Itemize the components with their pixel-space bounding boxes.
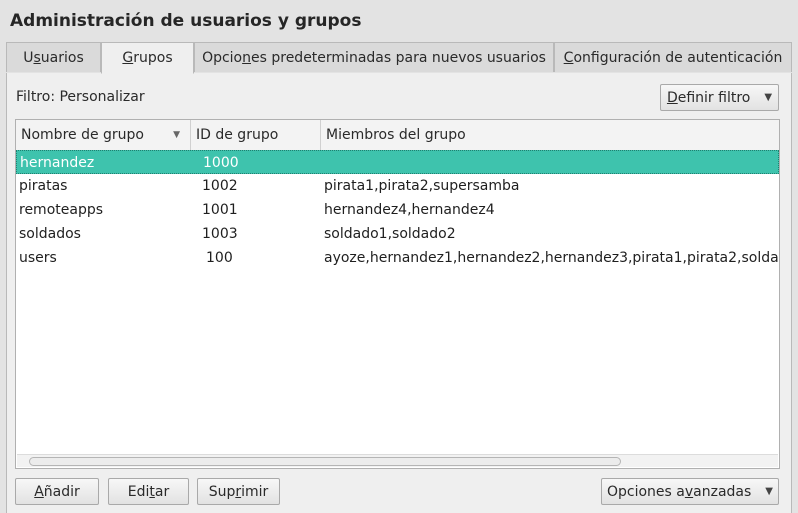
define-filter-button[interactable]: Definir filtro ▼ [660, 84, 779, 111]
table-row[interactable]: hernandez 1000 [16, 150, 779, 174]
tab-label: rupos [133, 50, 173, 66]
tab-label: U [23, 49, 34, 66]
button-mnemonic: v [684, 483, 694, 500]
table-row[interactable]: piratas 1002 pirata1,pirata2,supersamba [16, 174, 779, 198]
tab-label: uarios [40, 49, 84, 66]
cell-group-name: soldados [19, 226, 81, 242]
tab-bar: Us uarios Grupos Opcio n es predeterminadas… [6, 42, 792, 74]
column-header-group-id[interactable]: ID de grupo [191, 120, 321, 150]
tab-grupos[interactable]: Grupos [101, 42, 194, 74]
advanced-options-button[interactable]: Opciones a v anzadas ▼ [601, 478, 779, 505]
column-title: Miembros del grupo [326, 127, 466, 143]
tab-mnemonic: G [122, 50, 134, 66]
cell-group-id: 1001 [202, 202, 238, 218]
tab-label: Opcio [202, 49, 243, 66]
tab-mnemonic: C [563, 49, 574, 66]
column-title: Nombre de grupo [21, 127, 144, 143]
table-row[interactable]: remoteapps 1001 hernandez4,hernandez4 [16, 198, 779, 222]
cell-group-members: soldado1,soldado2 [324, 226, 456, 242]
cell-group-name: remoteapps [19, 202, 104, 218]
cell-group-id: 1000 [203, 155, 239, 171]
filter-label: Filtro: Personalizar [16, 89, 145, 105]
column-header-group-members[interactable]: Miembros del grupo [321, 120, 779, 150]
tab-mnemonic: n [242, 49, 251, 66]
button-label: anzadas [693, 483, 752, 500]
cell-group-id: 1003 [202, 226, 238, 242]
button-label: ar [154, 483, 170, 500]
table-row[interactable]: users 100 ayoze,hernandez1,hernandez2,he… [16, 246, 779, 270]
button-label: imir [241, 483, 269, 500]
groups-table: Nombre de grupo ▼ ID de grupo Miembros d… [15, 119, 780, 469]
table-row[interactable]: soldados 1003 soldado1,soldado2 [16, 222, 779, 246]
add-button[interactable]: Añadir [15, 478, 99, 505]
window-title: Administración de usuarios y grupos [10, 11, 362, 31]
horizontal-scrollbar-thumb[interactable] [29, 457, 621, 466]
cell-group-members: hernandez4,hernandez4 [324, 202, 495, 218]
cell-group-members: pirata1,pirata2,supersamba [324, 178, 520, 194]
button-mnemonic: A [34, 483, 44, 500]
tab-mnemonic: s [33, 49, 41, 66]
cell-group-members: ayoze,hernandez1,hernandez2,hernandez3,p… [324, 250, 779, 266]
button-mnemonic: D [666, 89, 678, 106]
cell-group-name: piratas [19, 178, 68, 194]
edit-button[interactable]: Edi t ar [108, 478, 189, 505]
cell-group-name: hernandez [20, 155, 95, 171]
cell-group-id: 1002 [202, 178, 238, 194]
button-label: Edi [127, 483, 150, 500]
column-header-group-name[interactable]: Nombre de grupo ▼ [16, 120, 191, 150]
button-label: Sup [208, 483, 236, 500]
tab-label: es predeterminadas para nuevos usuarios [251, 49, 546, 66]
column-title: ID de grupo [196, 127, 279, 143]
table-header: Nombre de grupo ▼ ID de grupo Miembros d… [16, 120, 779, 151]
sort-descending-icon: ▼ [173, 130, 180, 140]
cell-group-name: users [19, 250, 57, 266]
button-label: Opciones a [606, 483, 685, 500]
horizontal-scrollbar[interactable] [17, 454, 778, 467]
tab-configuracion-autenticacion[interactable]: Configuración de autenticación [554, 42, 792, 72]
cell-group-id: 100 [206, 250, 233, 266]
dropdown-arrow-icon: ▼ [764, 92, 773, 103]
delete-button[interactable]: Sup r imir [197, 478, 280, 505]
button-label: efinir filtro [677, 89, 751, 106]
tab-usuarios[interactable]: Us uarios [6, 42, 101, 72]
tab-label: onfiguración de autenticación [573, 49, 783, 66]
tab-opciones-predeterminadas[interactable]: Opcio n es predeterminadas para nuevos usu… [194, 42, 554, 72]
button-label: ñadir [43, 483, 80, 500]
dropdown-arrow-icon: ▼ [765, 486, 773, 497]
